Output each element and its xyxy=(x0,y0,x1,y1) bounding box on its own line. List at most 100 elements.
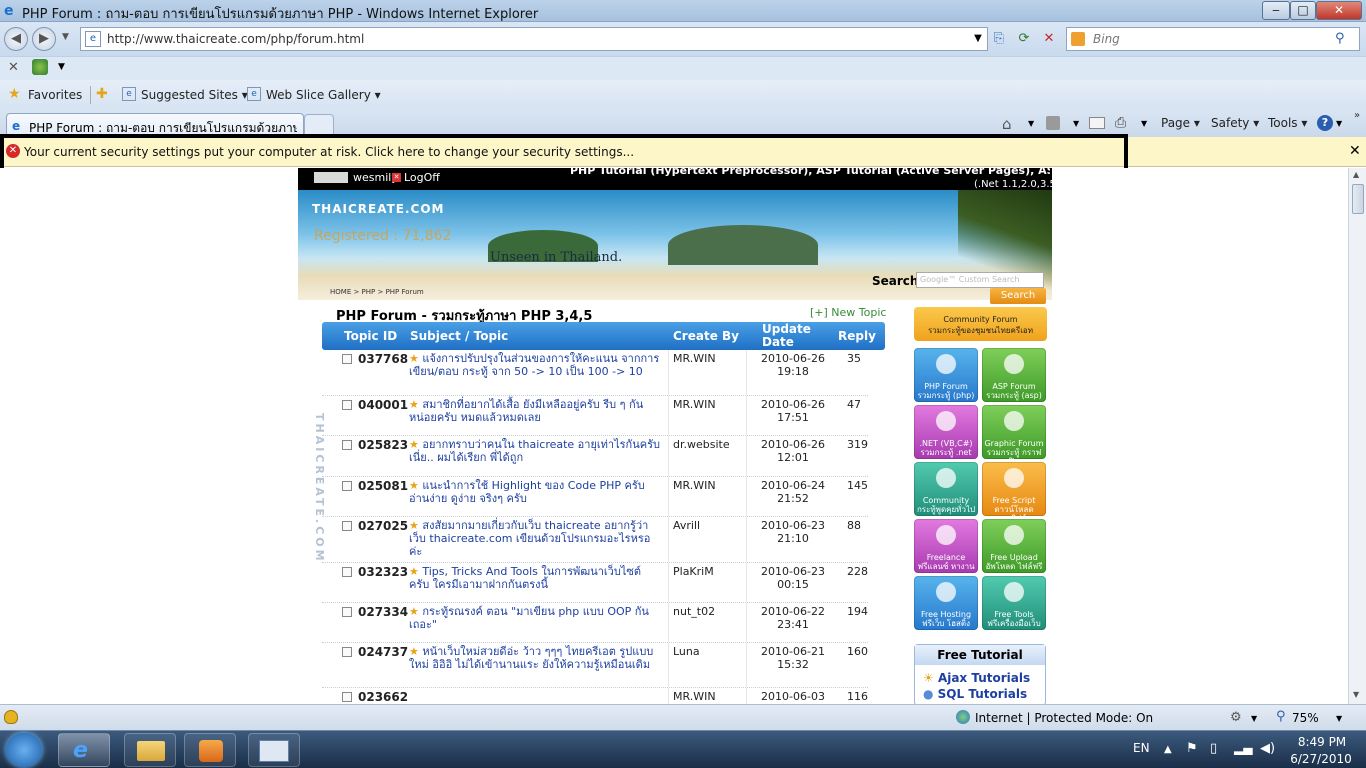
topic-author-link[interactable]: MR.WIN xyxy=(673,352,716,365)
help-icon[interactable]: ? xyxy=(1317,115,1333,131)
topic-subject-link[interactable]: แจ้งการปรับปรุงในส่วนของการให้คะแนน จากก… xyxy=(409,352,661,378)
topic-checkbox[interactable] xyxy=(342,354,352,364)
forum-tile[interactable]: Freelance ฟรีแลนซ์ หางาน xyxy=(914,519,978,573)
recent-pages-icon[interactable]: ▼ xyxy=(62,32,69,42)
security-zone[interactable]: Internet | Protected Mode: On xyxy=(975,711,1153,725)
shield-icon[interactable] xyxy=(4,710,18,724)
topic-author-link[interactable]: MR.WIN xyxy=(673,479,716,492)
protected-mode-icon[interactable]: ⚙ xyxy=(1230,710,1242,725)
forum-tile[interactable]: Graphic Forum รวมกระทู้ กราฟฟิค xyxy=(982,405,1046,466)
page-menu[interactable]: Page ▾ xyxy=(1161,116,1200,130)
topic-subject-link[interactable]: อยากทราบว่าคนใน thaicreate อายุเท่าไรกัน… xyxy=(409,438,661,464)
topic-author-link[interactable]: MR.WIN xyxy=(673,690,716,703)
tools-menu[interactable]: Tools ▾ xyxy=(1268,116,1307,130)
taskbar-explorer[interactable] xyxy=(124,733,176,767)
clock-time[interactable]: 8:49 PM xyxy=(1294,735,1350,749)
close-window-button[interactable]: ✕ xyxy=(1316,1,1362,20)
forum-tile[interactable]: Community กระทู้พูดคุยทั่วไป xyxy=(914,462,978,516)
taskbar-window[interactable] xyxy=(248,733,300,767)
forum-tile[interactable]: Free Script ดาวน์โหลดสคริปต์ xyxy=(982,462,1046,523)
topic-subject-link[interactable]: กระทู้รณรงค์ ตอน "มาเขียน php แบบ OOP กั… xyxy=(409,605,661,631)
volume-icon[interactable]: ◀) xyxy=(1260,741,1275,756)
topic-author-link[interactable]: dr.website xyxy=(673,438,730,451)
language-indicator[interactable]: EN xyxy=(1133,741,1150,755)
feeds-icon[interactable] xyxy=(1046,116,1060,130)
help-dropdown-icon[interactable]: ▼ xyxy=(1336,119,1342,128)
forum-tile[interactable]: .NET (VB,C#) รวมกระทู้ .net xyxy=(914,405,978,459)
web-slice-gallery-link[interactable]: Web Slice Gallery ▾ xyxy=(266,88,381,102)
vertical-scrollbar[interactable]: ▲ ▼ xyxy=(1348,168,1366,704)
site-search-button[interactable]: Search xyxy=(990,288,1046,304)
close-toolbar-icon[interactable]: ✕ xyxy=(8,60,19,75)
topic-checkbox[interactable] xyxy=(342,692,352,702)
breadcrumb[interactable]: HOME > PHP > PHP Forum xyxy=(330,288,424,296)
print-icon[interactable]: ⎙ xyxy=(1115,115,1126,131)
more-commands-icon[interactable]: » xyxy=(1354,110,1360,121)
topic-author-link[interactable]: nut_t02 xyxy=(673,605,715,618)
tutorials-links-2[interactable]: (.Net 1.1,2.0,3.5) xyxy=(974,179,1060,190)
topic-checkbox[interactable] xyxy=(342,481,352,491)
start-button[interactable] xyxy=(6,733,42,767)
topic-checkbox[interactable] xyxy=(342,647,352,657)
protected-dropdown-icon[interactable]: ▼ xyxy=(1251,714,1257,723)
topic-subject-link[interactable]: หน้าเว็บใหม่สวยดีอ่ะ ว้าว ๆๆๆ ไทยครีเอต … xyxy=(409,645,661,671)
print-dropdown-icon[interactable]: ▼ xyxy=(1141,119,1147,128)
topic-subject-link[interactable]: แนะนำการใช้ Highlight ของ Code PHP ครับ … xyxy=(409,479,661,505)
action-center-icon[interactable]: ⚑ xyxy=(1186,741,1198,756)
compatibility-view-icon[interactable]: ⎘ xyxy=(989,28,1009,50)
zoom-level[interactable]: 75% xyxy=(1292,711,1319,725)
community-forum-button[interactable]: Community Forum รวมกระทู้ของชุมชนไทยครีเ… xyxy=(914,307,1047,341)
feeds-dropdown-icon[interactable]: ▼ xyxy=(1073,119,1079,128)
sql-tutorials-link[interactable]: ● SQL Tutorials xyxy=(923,687,1027,701)
tutorials-links[interactable]: PHP Tutorial (Hypertext Preprocessor), A… xyxy=(570,168,1050,177)
addon-icon[interactable] xyxy=(32,59,48,75)
new-topic-link[interactable]: [+] New Topic xyxy=(810,306,886,319)
forward-button[interactable]: ▶ xyxy=(32,27,56,51)
network-icon[interactable]: ▂▄ xyxy=(1234,741,1252,755)
safety-menu[interactable]: Safety ▾ xyxy=(1211,116,1259,130)
logoff-link[interactable]: LogOff xyxy=(404,171,440,184)
tray-expand-icon[interactable]: ▲ xyxy=(1164,744,1172,755)
address-field[interactable]: e http://www.thaicreate.com/php/forum.ht… xyxy=(80,27,988,51)
search-icon[interactable]: ⚲ xyxy=(1335,31,1345,46)
close-info-bar-button[interactable]: ✕ xyxy=(1349,143,1361,159)
topic-checkbox[interactable] xyxy=(342,607,352,617)
topic-subject-link[interactable]: Tips, Tricks And Tools ในการพัฒนาเว็บไซต… xyxy=(409,565,661,591)
address-dropdown-icon[interactable]: ▼ xyxy=(968,28,988,50)
site-logo[interactable]: THAICREATE.COM xyxy=(312,202,444,216)
mail-icon[interactable] xyxy=(1089,117,1105,129)
site-search-input[interactable]: Google™ Custom Search xyxy=(916,272,1044,288)
scroll-thumb[interactable] xyxy=(1352,184,1364,214)
back-button[interactable]: ◀ xyxy=(4,27,28,51)
topic-author-link[interactable]: Avrill xyxy=(673,519,700,532)
search-box[interactable]: Bing ⚲ xyxy=(1066,27,1360,51)
clock-date[interactable]: 6/27/2010 xyxy=(1290,752,1352,766)
add-favorite-icon[interactable]: ✚ xyxy=(96,86,108,102)
topic-author-link[interactable]: Luna xyxy=(673,645,700,658)
addon-dropdown-icon[interactable]: ▼ xyxy=(58,62,65,72)
topic-subject-link[interactable]: สงสัยมากมายเกี่ยวกับเว็บ thaicreate อยาก… xyxy=(409,519,661,558)
topic-checkbox[interactable] xyxy=(342,567,352,577)
topic-subject-link[interactable]: สมาชิกที่อยากได้เสื้อ ยังมีเหลืออยู่ครับ… xyxy=(409,398,661,424)
forum-tile[interactable]: ASP Forum รวมกระทู้ (asp) xyxy=(982,348,1046,402)
stop-icon[interactable]: ✕ xyxy=(1039,28,1059,50)
taskbar-media-player[interactable] xyxy=(184,733,236,767)
power-icon[interactable]: ▯ xyxy=(1210,741,1217,756)
forum-tile[interactable]: Free Upload อัพโหลด ไฟล์ฟรี xyxy=(982,519,1046,573)
home-icon[interactable]: ⌂ xyxy=(1002,115,1012,133)
topic-checkbox[interactable] xyxy=(342,400,352,410)
suggested-sites-link[interactable]: Suggested Sites ▾ xyxy=(141,88,248,102)
taskbar-ie[interactable]: e xyxy=(58,733,110,767)
home-dropdown-icon[interactable]: ▼ xyxy=(1028,119,1034,128)
topic-author-link[interactable]: MR.WIN xyxy=(673,398,716,411)
topic-author-link[interactable]: PlaKriM xyxy=(673,565,714,578)
topic-checkbox[interactable] xyxy=(342,440,352,450)
ajax-tutorials-link[interactable]: ☀ Ajax Tutorials xyxy=(923,671,1030,685)
forum-tile[interactable]: PHP Forum รวมกระทู้ (php) xyxy=(914,348,978,402)
zoom-dropdown-icon[interactable]: ▼ xyxy=(1336,714,1342,723)
refresh-icon[interactable]: ⟳ xyxy=(1014,28,1034,50)
scroll-up-icon[interactable]: ▲ xyxy=(1353,170,1359,179)
forum-tile[interactable]: Free Tools ฟรีเครื่องมือเว็บ xyxy=(982,576,1046,630)
forum-tile[interactable]: Free Hosting ฟรีเว็บ โฮสติ้ง xyxy=(914,576,978,630)
scroll-down-icon[interactable]: ▼ xyxy=(1353,690,1359,699)
